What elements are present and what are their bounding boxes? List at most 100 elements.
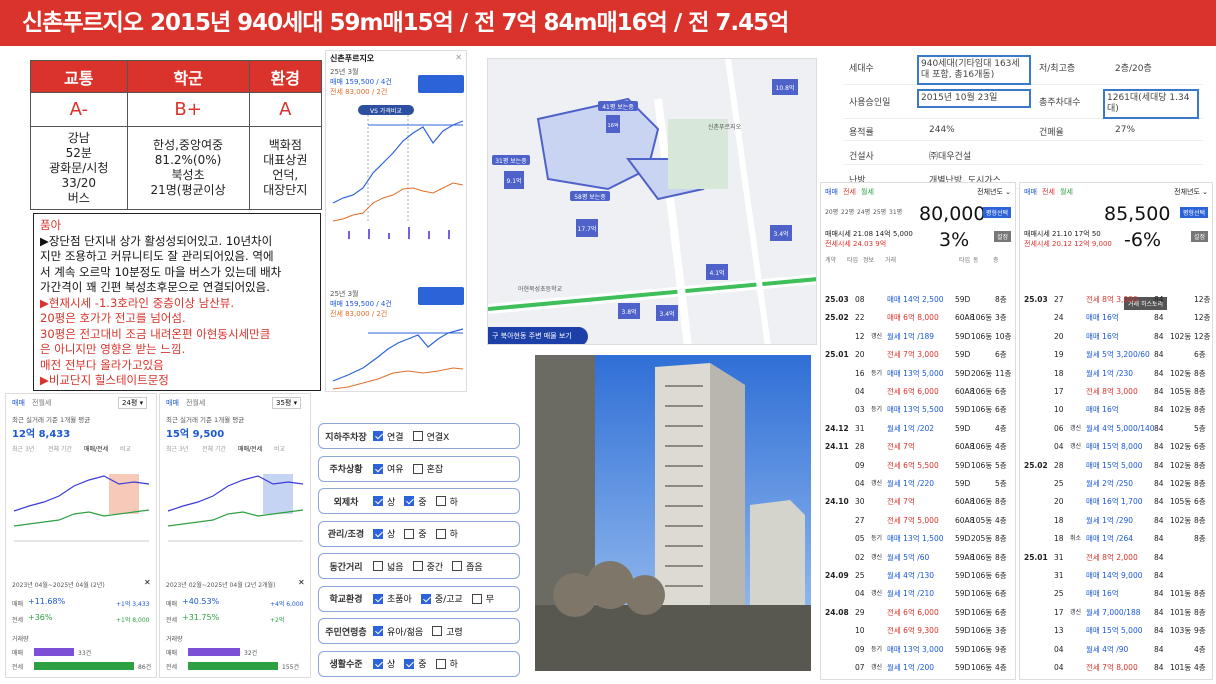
close-icon[interactable]: ✕ <box>298 578 305 587</box>
checkbox[interactable] <box>373 561 383 571</box>
table-row[interactable]: 25.01 20 전세 7억 3,000 59D 6층 <box>821 346 1015 363</box>
checkbox[interactable] <box>373 431 383 441</box>
table-row[interactable]: 09 등기 매매 13억 3,000 59D 106동 9층 <box>821 641 1015 658</box>
checklist-option[interactable]: 중간 <box>412 560 443 573</box>
table-row[interactable]: 24.08 29 전세 6억 6,000 59D 106동 6층 <box>821 604 1015 621</box>
checkbox[interactable] <box>412 561 423 571</box>
size-select-button[interactable]: 평형선택 <box>982 207 1011 218</box>
checkbox[interactable] <box>412 431 423 441</box>
table-row[interactable]: 13 매매 15억 5,000 84 103동 9층 <box>1020 622 1212 639</box>
chart-tab[interactable]: 최근 3년 <box>12 444 34 453</box>
map-view[interactable]: 41평 보는중 16억 31평 보는중 9.1억 58평 보는중 17.7억 1… <box>487 58 817 345</box>
table-row[interactable]: 10 전세 6억 9,300 59D 106동 3층 <box>821 622 1015 639</box>
tab-rent[interactable]: 전월세 <box>32 398 51 408</box>
table-row[interactable]: 04 월세 4억 /90 84 4층 <box>1020 641 1212 658</box>
checklist-option[interactable]: 중/고교 <box>420 592 463 605</box>
checklist-option[interactable]: 연결X <box>412 430 449 443</box>
table-row[interactable]: 04 갱신 월세 1억 /220 59D 5층 <box>821 475 1015 492</box>
size-tab[interactable]: 31평 <box>889 207 902 216</box>
checkbox[interactable] <box>452 561 463 571</box>
filter-chip[interactable] <box>418 287 464 305</box>
size-select-button[interactable]: 평형선택 <box>1179 207 1208 218</box>
checklist-option[interactable]: 중 <box>404 495 427 508</box>
table-row[interactable]: 12 갱신 월세 1억 /189 59D 106동 10층 <box>821 328 1015 345</box>
chart-tab[interactable]: 전체 기간 <box>202 444 226 453</box>
table-row[interactable]: 06 갱신 월세 4억 5,000/140 84 5층 <box>1020 420 1212 437</box>
trade-tab[interactable]: 매매 <box>1024 187 1037 197</box>
table-row[interactable]: 24.12 31 월세 1억 /202 59D 4층 <box>821 420 1015 437</box>
checklist-option[interactable]: 상 <box>373 495 395 508</box>
table-row[interactable]: 09 전세 6억 5,500 59D 106동 5층 <box>821 457 1015 474</box>
table-row[interactable]: 20 매매 16억 1,700 84 105동 6층 <box>1020 493 1212 510</box>
trade-tab[interactable]: 전세 <box>843 187 856 197</box>
table-row[interactable]: 04 갱신 월세 1억 /210 59D 106동 6층 <box>821 585 1015 602</box>
checklist-option[interactable]: 고령 <box>432 625 463 638</box>
checkbox[interactable] <box>373 463 383 474</box>
table-row[interactable]: 25 매매 16억 84 101동 8층 <box>1020 585 1212 602</box>
checkbox[interactable] <box>435 658 446 669</box>
table-row[interactable]: 20 매매 16억 84 102동 12층 <box>1020 328 1212 345</box>
checkbox[interactable] <box>373 658 383 669</box>
table-row[interactable]: 03 등기 매매 13억 5,500 59D 106동 6층 <box>821 401 1015 418</box>
checklist-option[interactable]: 상 <box>373 657 395 670</box>
checklist-option[interactable]: 초품아 <box>373 592 412 605</box>
checklist-option[interactable]: 하 <box>435 495 458 508</box>
checklist-option[interactable]: 하 <box>435 527 458 540</box>
table-row[interactable]: 24 매매 16억 84 12층 <box>1020 309 1212 326</box>
checkbox[interactable] <box>404 528 415 539</box>
size-tab[interactable]: 25평 <box>873 207 886 216</box>
checkbox[interactable] <box>373 496 383 506</box>
tab-rent[interactable]: 전월세 <box>186 398 205 408</box>
chart-tab[interactable]: 매매/전세 <box>238 444 262 453</box>
checklist-option[interactable]: 넓음 <box>373 560 404 573</box>
table-row[interactable]: 18 취소 매매 1억 /264 84 8층 <box>1020 530 1212 547</box>
year-filter[interactable]: 전체년도 ⌄ <box>1174 187 1208 197</box>
checkbox[interactable] <box>435 496 446 506</box>
close-icon[interactable]: ✕ <box>455 53 462 63</box>
checkbox[interactable] <box>471 593 482 604</box>
chart-tab[interactable]: 비교 <box>120 444 131 453</box>
table-row[interactable]: 18 월세 1억 /290 84 102동 8층 <box>1020 512 1212 529</box>
chart-tab[interactable]: 전체 기간 <box>48 444 72 453</box>
table-row[interactable]: 17 전세 8억 3,000 84 105동 8층 <box>1020 383 1212 400</box>
table-row[interactable]: 25.03 27 전세 8억 3,000 84 12층 <box>1020 291 1212 308</box>
table-row[interactable]: 31 매매 14억 9,000 84 <box>1020 567 1212 584</box>
table-row[interactable]: 25 월세 2억 /250 84 102동 8층 <box>1020 475 1212 492</box>
checkbox[interactable] <box>412 463 423 474</box>
table-row[interactable]: 05 등기 매매 13억 1,500 59D 205동 8층 <box>821 530 1015 547</box>
table-row[interactable]: 18 월세 1억 /230 84 102동 8층 <box>1020 365 1212 382</box>
checkbox[interactable] <box>404 658 415 669</box>
close-icon[interactable]: ✕ <box>144 578 151 587</box>
table-row[interactable]: 24.10 30 전세 7억 60A8 106동 8층 <box>821 493 1015 510</box>
chart-tab[interactable]: 매매/전세 <box>84 444 108 453</box>
table-row[interactable]: 16 등기 매매 13억 5,000 59D 206동 11층 <box>821 365 1015 382</box>
checklist-option[interactable]: 상 <box>373 527 395 540</box>
settings-button[interactable]: 설정 <box>1190 231 1208 242</box>
size-select[interactable]: 35평 ▾ <box>272 397 302 409</box>
checklist-option[interactable]: 중 <box>404 527 427 540</box>
table-row[interactable]: 04 갱신 매매 15억 8,000 84 102동 6층 <box>1020 438 1212 455</box>
checkbox[interactable] <box>432 626 443 636</box>
filter-chip[interactable] <box>418 75 464 93</box>
table-row[interactable]: 24.11 28 전세 7억 60A8 106동 4층 <box>821 438 1015 455</box>
checklist-option[interactable]: 혼잡 <box>412 462 443 475</box>
checklist-option[interactable]: 하 <box>435 657 458 670</box>
size-tab[interactable]: 24평 <box>857 207 870 216</box>
size-tab[interactable]: 20평 <box>825 207 838 216</box>
checklist-option[interactable]: 연결 <box>373 430 404 443</box>
year-filter[interactable]: 전체년도 ⌄ <box>977 187 1011 197</box>
nearby-listings-button[interactable]: 구 북아현동 주변 매물 보기 <box>488 327 588 344</box>
tab-sale[interactable]: 매매 <box>166 398 179 408</box>
table-row[interactable]: 27 전세 7억 5,000 60A8 105동 4층 <box>821 512 1015 529</box>
table-row[interactable]: 10 매매 16억 84 102동 8층 <box>1020 401 1212 418</box>
checkbox[interactable] <box>435 528 446 539</box>
trade-tab[interactable]: 월세 <box>1060 187 1073 197</box>
checklist-option[interactable]: 유아/젊음 <box>373 625 423 638</box>
checklist-option[interactable]: 좁음 <box>452 560 483 573</box>
settings-button[interactable]: 설정 <box>993 231 1011 242</box>
table-row[interactable]: 19 월세 5억 3,200/60 84 6층 <box>1020 346 1212 363</box>
table-row[interactable]: 25.02 22 매매 6억 8,000 60A8 106동 3층 <box>821 309 1015 326</box>
trade-tab[interactable]: 매매 <box>825 187 838 197</box>
checkbox[interactable] <box>373 626 383 636</box>
trade-tab[interactable]: 전세 <box>1042 187 1055 197</box>
